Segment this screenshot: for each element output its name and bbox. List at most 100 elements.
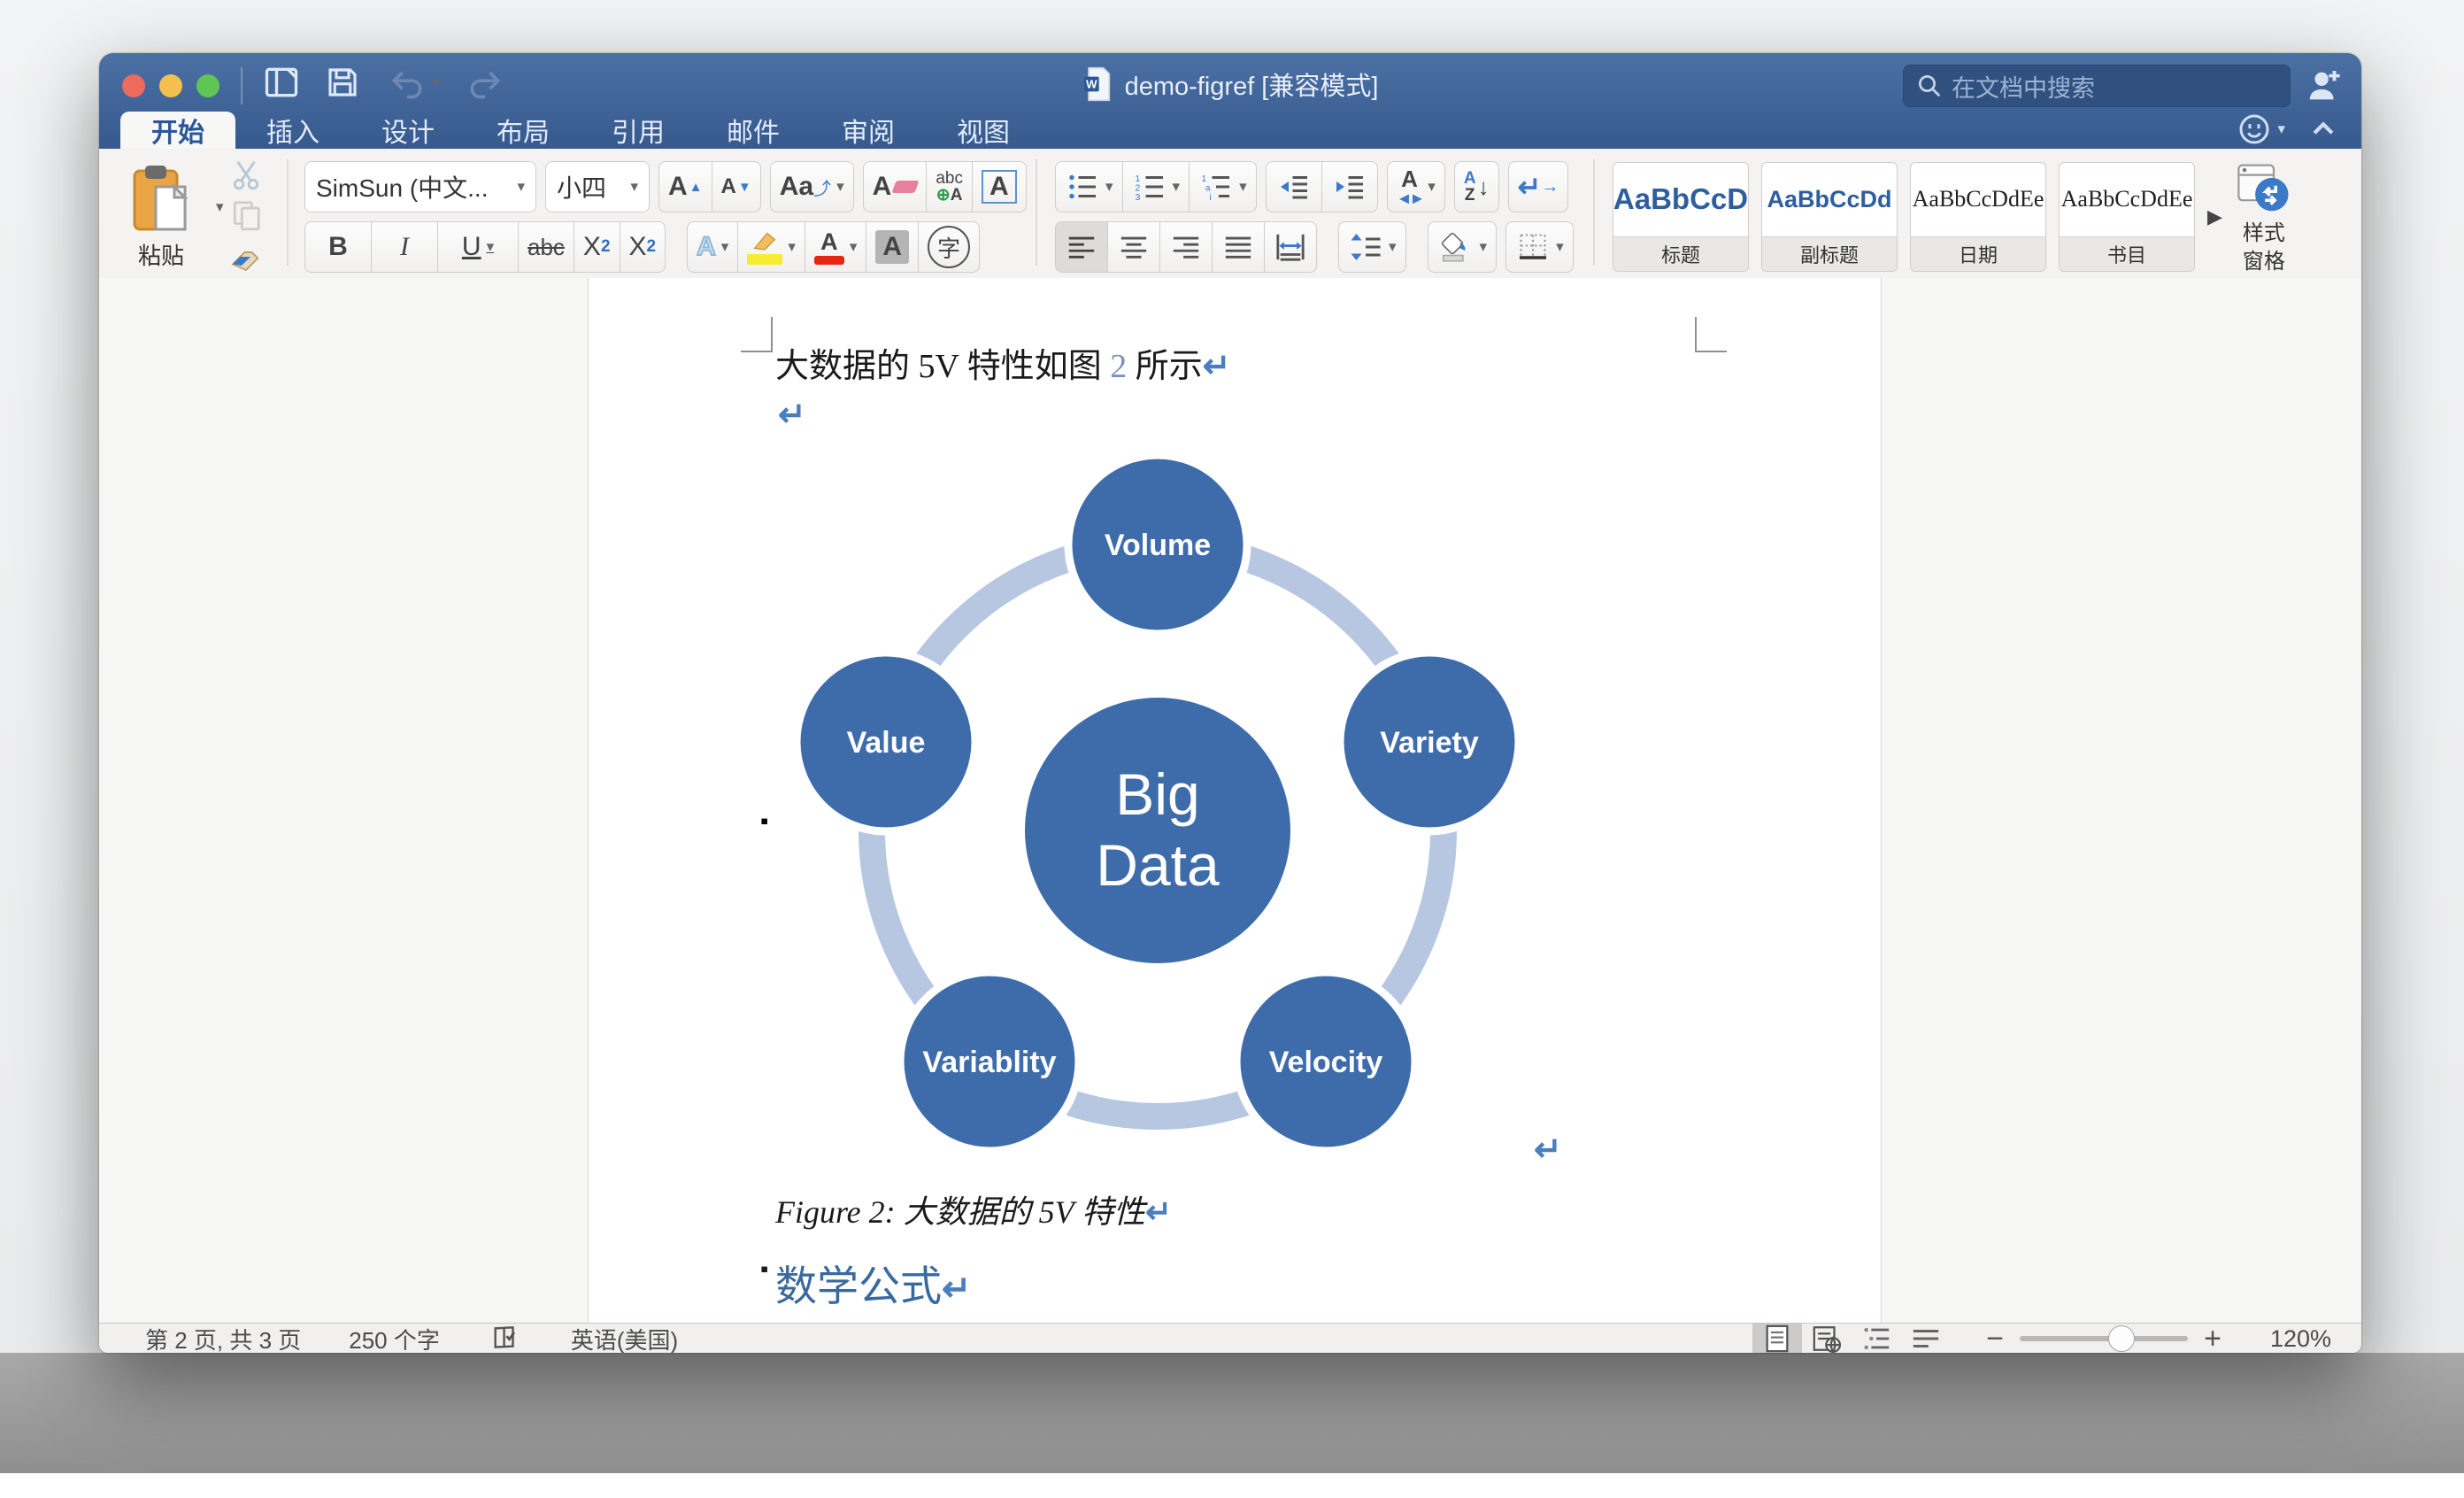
character-shading-button[interactable]: A xyxy=(866,221,919,273)
font-size-select[interactable]: 小四 ▾ xyxy=(545,161,650,212)
web-layout-view-button[interactable] xyxy=(1802,1324,1852,1353)
style-card-subtitle[interactable]: AaBbCcDd 副标题 xyxy=(1761,161,1898,272)
print-layout-view-button[interactable] xyxy=(1752,1324,1803,1353)
figure-caption[interactable]: Figure 2: 大数据的 5V 特性↵ xyxy=(775,1186,1172,1232)
satellite-variety[interactable]: Variety xyxy=(1336,648,1523,836)
word-count[interactable]: 250 个字 xyxy=(349,1323,440,1354)
change-case-button[interactable]: Aa ⤴ ▾ xyxy=(769,161,854,212)
grow-font-button[interactable]: A ▲ xyxy=(658,161,712,212)
zoom-slider-thumb[interactable] xyxy=(2108,1325,2136,1352)
share-button[interactable] xyxy=(2305,66,2345,106)
sort-button[interactable]: AZ ↓ xyxy=(1453,161,1499,212)
style-card-title[interactable]: AaBbCcD 标题 xyxy=(1613,161,1749,272)
align-left-button[interactable] xyxy=(1055,221,1107,273)
borders-button[interactable]: ▾ xyxy=(1505,221,1574,273)
line-spacing-button[interactable]: ▾ xyxy=(1338,221,1406,273)
body-paragraph[interactable]: 大数据的 5V 特性如图 2 所示↵ xyxy=(775,338,1231,387)
cut-icon[interactable] xyxy=(228,158,264,191)
strikethrough-button[interactable]: abc xyxy=(518,221,574,273)
show-marks-button[interactable]: ↵ → xyxy=(1507,161,1569,212)
figure-reference-field[interactable]: 2 xyxy=(1110,348,1127,385)
font-color-button[interactable]: A ▾ xyxy=(804,221,866,273)
increase-indent-button[interactable] xyxy=(1321,161,1378,212)
center-circle[interactable]: Big Data xyxy=(1025,698,1290,963)
style-pane-button[interactable]: 样式 窗格 xyxy=(2235,159,2293,274)
satellite-volume[interactable]: Volume xyxy=(1064,451,1251,638)
eraser-icon xyxy=(891,181,920,193)
style-card-bibliography[interactable]: AaBbCcDdEe 书目 xyxy=(2059,161,2195,272)
object-anchor-icon: ▪ xyxy=(760,807,769,834)
subscript-button[interactable]: X2 xyxy=(573,221,620,273)
draft-view-button[interactable] xyxy=(1901,1324,1951,1353)
outline-view-button[interactable] xyxy=(1852,1324,1901,1353)
font-name-select[interactable]: SimSun (中文... ▾ xyxy=(304,161,536,212)
multilevel-list-button[interactable]: 1ai ▾ xyxy=(1189,161,1257,212)
clear-formatting-button[interactable]: A xyxy=(862,161,927,212)
satellite-velocity[interactable]: Velocity xyxy=(1232,968,1420,1155)
document-canvas[interactable]: 大数据的 5V 特性如图 2 所示↵ ↵ ▪ Volume Variety Ve… xyxy=(99,278,2361,1323)
distribute-button[interactable] xyxy=(1264,221,1317,273)
highlight-caret-icon: ▾ xyxy=(788,238,796,255)
tab-label: 插入 xyxy=(266,119,320,148)
zoom-slider[interactable] xyxy=(2020,1325,2189,1352)
text-effects-button[interactable]: A ▾ xyxy=(687,221,738,273)
subscript-glyph: X xyxy=(582,232,601,261)
satellite-value[interactable]: Value xyxy=(792,648,980,836)
big-data-5v-diagram[interactable]: Volume Variety Velocity Variablity Value xyxy=(771,436,1576,1170)
tab-design[interactable]: 设计 xyxy=(350,112,466,149)
style-label: 书目 xyxy=(2060,236,2194,271)
paste-caret-icon[interactable]: ▾ xyxy=(216,198,224,216)
ribbon-tab-bar: 开始 插入 设计 布局 引用 邮件 审阅 视图 xyxy=(120,112,1041,149)
bullets-button[interactable]: ▾ xyxy=(1055,161,1122,212)
character-border-button[interactable]: A xyxy=(971,161,1027,212)
underline-button[interactable]: U ▾ xyxy=(437,221,518,273)
tab-insert[interactable]: 插入 xyxy=(235,112,350,149)
enclose-characters-button[interactable]: 字 xyxy=(918,221,981,273)
language-indicator[interactable]: 英语(美国) xyxy=(571,1323,678,1354)
bold-button[interactable]: B xyxy=(304,221,371,273)
zoom-level[interactable]: 120% xyxy=(2260,1325,2331,1353)
down-triangle-icon: ▼ xyxy=(737,179,751,195)
center-label-line1: Big xyxy=(1115,761,1199,827)
feedback-button[interactable]: ▾ xyxy=(2237,112,2285,147)
numbering-button[interactable]: 123 ▾ xyxy=(1121,161,1190,212)
superscript-button[interactable]: X2 xyxy=(619,221,666,273)
format-painter-icon[interactable] xyxy=(228,239,264,274)
tab-home[interactable]: 开始 xyxy=(120,112,235,149)
tab-review[interactable]: 审阅 xyxy=(811,112,926,149)
align-right-button[interactable] xyxy=(1159,221,1212,273)
shading-button[interactable]: ▾ xyxy=(1427,221,1498,273)
shrink-font-button[interactable]: A ▼ xyxy=(711,161,761,212)
italic-button[interactable]: I xyxy=(371,221,437,273)
page-indicator[interactable]: 第 2 页, 共 3 页 xyxy=(145,1323,301,1354)
document-page[interactable]: 大数据的 5V 特性如图 2 所示↵ ↵ ▪ Volume Variety Ve… xyxy=(588,278,1882,1323)
justify-button[interactable] xyxy=(1212,221,1264,273)
styles-expand-icon[interactable]: ▶ xyxy=(2207,205,2222,228)
style-card-date[interactable]: AaBbCcDdEe 日期 xyxy=(1910,161,2046,272)
collapse-ribbon-icon[interactable] xyxy=(2308,114,2338,144)
zoom-out-button[interactable]: − xyxy=(1986,1322,2004,1354)
empty-paragraph[interactable]: ↵ xyxy=(778,395,806,435)
paragraph-mark-icon: ↵ xyxy=(1202,348,1231,385)
style-sample: AaBbCcD xyxy=(1613,182,1748,216)
highlight-button[interactable]: ▾ xyxy=(737,221,805,273)
tab-references[interactable]: 引用 xyxy=(581,112,696,149)
align-center-button[interactable] xyxy=(1107,221,1159,273)
justify-icon xyxy=(1225,236,1251,259)
spellcheck-icon[interactable] xyxy=(488,1324,523,1353)
text-direction-button[interactable]: A ◄► ▾ xyxy=(1386,161,1445,212)
tab-mailings[interactable]: 邮件 xyxy=(696,112,811,149)
tab-view[interactable]: 视图 xyxy=(926,112,1041,149)
multilevel-list-icon: 1ai xyxy=(1202,174,1230,203)
down-arrow-icon: ↓ xyxy=(1477,173,1490,200)
search-input[interactable]: 在文档中搜索 xyxy=(1903,65,2291,107)
paste-button[interactable]: 粘贴 xyxy=(119,159,204,274)
style-label: 副标题 xyxy=(1762,236,1897,271)
phonetic-guide-button[interactable]: abc ⊕A xyxy=(926,161,972,212)
satellite-variablity[interactable]: Variablity xyxy=(896,968,1083,1155)
copy-icon[interactable] xyxy=(228,198,264,232)
decrease-indent-button[interactable] xyxy=(1265,161,1321,212)
section-heading[interactable]: 数学公式↵ xyxy=(775,1252,972,1313)
zoom-in-button[interactable]: + xyxy=(2204,1322,2221,1354)
tab-layout[interactable]: 布局 xyxy=(466,112,581,149)
